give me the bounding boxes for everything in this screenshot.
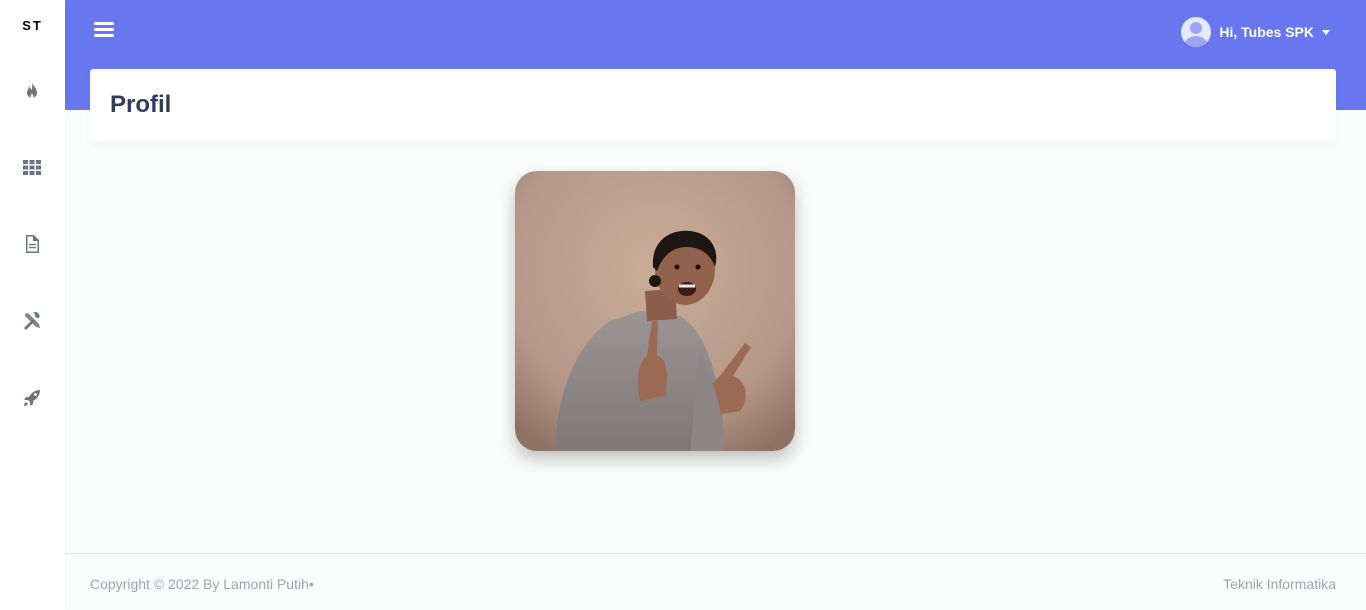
page-title: Profil — [110, 91, 172, 118]
sidebar-item-data[interactable] — [20, 155, 44, 179]
fire-icon — [27, 82, 37, 98]
rocket-icon — [24, 390, 40, 406]
sidebar-item-dashboard[interactable] — [20, 79, 44, 103]
user-dropdown[interactable]: Hi, Tubes SPK — [1181, 17, 1330, 47]
profile-photo — [515, 171, 795, 451]
menu-toggle-icon[interactable] — [94, 22, 114, 40]
footer-right-text: Teknik Informatika — [1223, 576, 1336, 592]
brand-logo[interactable]: ST — [0, 18, 65, 33]
sidebar: ST — [0, 0, 65, 610]
sidebar-item-tools[interactable] — [20, 309, 44, 333]
avatar — [1181, 17, 1212, 47]
footer-copyright: Copyright © 2022 By Lamonti Putih• — [90, 576, 314, 592]
section-header: Profil — [90, 69, 1336, 141]
tools-icon — [24, 312, 40, 330]
sidebar-item-documents[interactable] — [20, 232, 44, 256]
file-icon — [26, 235, 39, 253]
caret-down-icon — [1322, 29, 1330, 35]
sidebar-item-launch[interactable] — [20, 386, 44, 410]
user-greeting: Hi, Tubes SPK — [1219, 24, 1314, 40]
footer: Copyright © 2022 By Lamonti Putih• Tekni… — [65, 553, 1366, 610]
profile-photo-image — [515, 171, 795, 451]
grid-icon — [23, 160, 41, 175]
